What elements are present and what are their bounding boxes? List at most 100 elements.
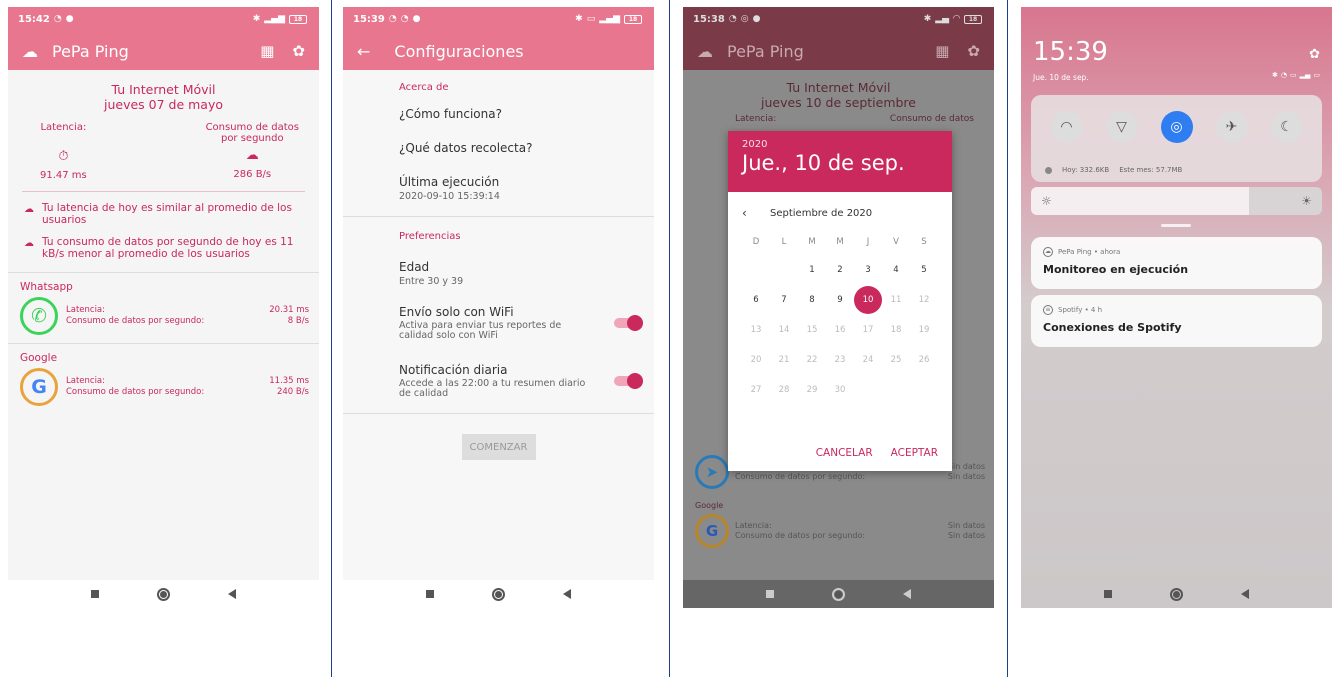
notification-spotify[interactable]: ≡ Spotify • 4 h Conexiones de Spotify bbox=[1031, 295, 1322, 347]
weekday-label: M bbox=[808, 237, 816, 247]
panel-divider bbox=[331, 0, 332, 677]
settings-item-last-run: Última ejecución 2020-09-10 15:39:14 bbox=[343, 155, 654, 202]
calendar-day: 15 bbox=[806, 325, 818, 335]
shade-handle[interactable] bbox=[1161, 224, 1191, 227]
nav-bar bbox=[1021, 580, 1332, 608]
calendar-day: 27 bbox=[750, 385, 762, 395]
back-icon[interactable] bbox=[228, 589, 236, 599]
calendar-day-selected[interactable]: 10 bbox=[854, 286, 882, 314]
calendar-icon[interactable]: ▦ bbox=[935, 42, 949, 60]
calendar-icon[interactable]: ▦ bbox=[260, 42, 274, 60]
home-icon[interactable] bbox=[492, 587, 505, 601]
notification-icon: ● bbox=[752, 14, 761, 24]
settings-section-header: Acerca de bbox=[399, 82, 449, 93]
settings-item-value: Entre 30 y 39 bbox=[399, 276, 464, 287]
calendar-day[interactable]: 3 bbox=[854, 256, 882, 284]
page-title: Tu Internet Móvil bbox=[786, 80, 891, 95]
google-logo-icon: G bbox=[20, 368, 58, 406]
accept-button[interactable]: ACEPTAR bbox=[891, 447, 938, 459]
wifi-icon: ◠ bbox=[953, 14, 960, 24]
calendar-day: 25 bbox=[890, 355, 902, 365]
weekday-label: D bbox=[752, 237, 760, 247]
date-picker-year[interactable]: 2020 bbox=[742, 139, 938, 150]
home-icon[interactable] bbox=[832, 587, 845, 601]
back-icon[interactable] bbox=[903, 589, 911, 599]
calendar-day[interactable]: 10 bbox=[854, 286, 882, 314]
consumption-value: 8 B/s bbox=[287, 316, 309, 326]
notification-pepa-ping[interactable]: ☁ PePa Ping • ahora Monitoreo en ejecució… bbox=[1031, 237, 1322, 289]
calendar-day[interactable]: 6 bbox=[742, 286, 770, 314]
brightness-slider[interactable]: ☼ ☀ bbox=[1031, 187, 1322, 215]
gear-icon[interactable]: ✿ bbox=[967, 42, 980, 60]
calendar-day[interactable]: 8 bbox=[798, 286, 826, 314]
moon-icon[interactable]: ☾ bbox=[1270, 111, 1303, 143]
back-icon[interactable] bbox=[563, 589, 571, 599]
alarm-icon: ◔ bbox=[388, 14, 397, 24]
instagram-icon: ◎ bbox=[740, 14, 749, 24]
notification-text: Conexiones de Spotify bbox=[1043, 321, 1182, 334]
calendar-day[interactable]: 2 bbox=[826, 256, 854, 284]
status-time: 15:38 bbox=[693, 14, 725, 25]
settings-item-daily-notification[interactable]: Notificación diaria Accede a las 22:00 a… bbox=[343, 341, 654, 399]
shade-clock: 15:39 bbox=[1033, 37, 1108, 67]
recents-icon[interactable] bbox=[1104, 590, 1112, 598]
recents-icon[interactable] bbox=[766, 590, 774, 598]
back-arrow-icon[interactable]: ← bbox=[357, 42, 370, 61]
start-button[interactable]: COMENZAR bbox=[461, 434, 536, 460]
home-icon[interactable] bbox=[1170, 587, 1183, 601]
app-logo-icon: ☁ bbox=[22, 41, 38, 61]
calendar-day: 21 bbox=[778, 355, 790, 365]
consumption-value: Sin datos bbox=[947, 531, 985, 540]
consumption-label: Consumo de datos por segundo: bbox=[66, 387, 205, 397]
calendar-day: 13 bbox=[750, 325, 762, 335]
settings-item-value: 2020-09-10 15:39:14 bbox=[399, 191, 500, 202]
latency-value: Sin datos bbox=[947, 462, 985, 471]
settings-item-age[interactable]: Edad Entre 30 y 39 bbox=[343, 242, 654, 287]
section-title: Google bbox=[695, 501, 724, 510]
battery-icon: 18 bbox=[964, 15, 982, 24]
section-title: Google bbox=[8, 343, 319, 368]
phone-home-screen: 15:42 ◔ ● ✱ ▂▄▆ 18 ☁ PePa Ping ▦ ✿ Tu Intern… bbox=[8, 7, 319, 608]
calendar-day[interactable]: 9 bbox=[826, 286, 854, 314]
stopwatch-icon: ⏱ bbox=[58, 149, 69, 164]
consumption-metric: Consumo de datos por segundo ☁ 286 B/s bbox=[206, 122, 299, 181]
calendar-day[interactable]: 1 bbox=[798, 256, 826, 284]
gear-icon[interactable]: ✿ bbox=[292, 42, 305, 60]
nav-bar bbox=[683, 580, 994, 608]
app-section-whatsapp[interactable]: Whatsapp ✆ Latencia: Consumo de datos po… bbox=[8, 272, 319, 343]
wifi-icon[interactable]: ◠ bbox=[1050, 111, 1083, 143]
calendar-day[interactable]: 7 bbox=[770, 286, 798, 314]
wifi-only-toggle[interactable] bbox=[614, 315, 643, 331]
daily-notification-toggle[interactable] bbox=[614, 373, 643, 389]
calendar-day[interactable]: 5 bbox=[910, 256, 938, 284]
list-item[interactable]: G Latencia: Consumo de datos por segundo… bbox=[8, 368, 319, 414]
chevron-left-icon[interactable]: ‹ bbox=[742, 206, 770, 220]
airplane-icon[interactable]: ✈ bbox=[1215, 111, 1248, 143]
weekday-label: J bbox=[866, 237, 870, 247]
home-icon[interactable] bbox=[157, 587, 170, 601]
settings-item-wifi-only[interactable]: Envío solo con WiFi Activa para enviar t… bbox=[343, 287, 654, 341]
rotation-lock-icon[interactable]: ◎ bbox=[1160, 111, 1193, 143]
bluetooth-icon: ✱ bbox=[1271, 71, 1278, 79]
status-bar: 15:38 ◔ ◎ ● ✱ ▂▄ ◠ 18 bbox=[683, 7, 994, 32]
recents-icon[interactable] bbox=[91, 590, 99, 598]
settings-item-how-it-works[interactable]: ¿Cómo funciona? bbox=[343, 93, 654, 121]
app-section-google[interactable]: Google G Latencia: Consumo de datos por … bbox=[8, 343, 319, 414]
calendar-day: 24 bbox=[862, 355, 874, 365]
calendar-day[interactable]: 4 bbox=[882, 256, 910, 284]
section-title: Whatsapp bbox=[8, 272, 319, 297]
phone-settings-screen: 15:39 ◔ ◔ ● ✱ ▭ ▂▄▆ 18 ← Configuraciones Acerc… bbox=[343, 7, 654, 608]
notification-icon: ● bbox=[412, 14, 421, 24]
settings-item-data-collected[interactable]: ¿Qué datos recolecta? bbox=[343, 121, 654, 155]
consumption-value: Sin datos bbox=[947, 472, 985, 481]
latency-notice: ☁ Tu latencia de hoy es similar al prome… bbox=[8, 202, 319, 226]
recents-icon[interactable] bbox=[426, 590, 434, 598]
flashlight-icon[interactable]: ▽ bbox=[1105, 111, 1138, 143]
calendar-day: 12 bbox=[918, 295, 930, 305]
back-icon[interactable] bbox=[1241, 589, 1249, 599]
weekday-label: S bbox=[921, 237, 927, 247]
cancel-button[interactable]: CANCELAR bbox=[816, 447, 873, 459]
list-item[interactable]: ✆ Latencia: Consumo de datos por segundo… bbox=[8, 297, 319, 343]
gear-icon[interactable]: ✿ bbox=[1309, 47, 1320, 62]
date-picker-dialog: 2020 Jue., 10 de sep. ‹ Septiembre de 20… bbox=[728, 131, 952, 471]
